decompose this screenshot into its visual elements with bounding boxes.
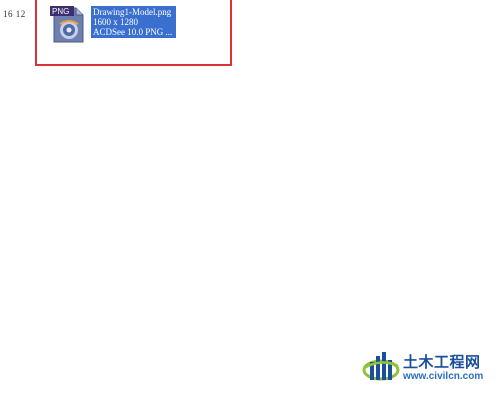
civilcn-logo-icon	[362, 348, 400, 387]
file-name: Drawing1-Model.png	[93, 7, 172, 17]
png-badge-text: PNG	[52, 7, 69, 16]
side-label: 16 12	[3, 9, 26, 19]
watermark-title: 土木工程网	[403, 352, 481, 371]
file-type: ACDSee 10.0 PNG ...	[93, 27, 173, 37]
screenshot-page: 16 12 PNG Drawing1-Model.png 1600 x 1280…	[0, 0, 500, 403]
watermark: 土木工程网 www.civilcn.com	[362, 348, 483, 387]
watermark-url: www.civilcn.com	[403, 370, 484, 382]
file-info-selection[interactable]: Drawing1-Model.png 1600 x 1280 ACDSee 10…	[91, 6, 177, 38]
file-item[interactable]: PNG Drawing1-Model.png 1600 x 1280 ACDSe…	[50, 4, 177, 44]
file-dimensions: 1600 x 1280	[93, 17, 138, 27]
png-file-icon: PNG	[50, 4, 86, 44]
